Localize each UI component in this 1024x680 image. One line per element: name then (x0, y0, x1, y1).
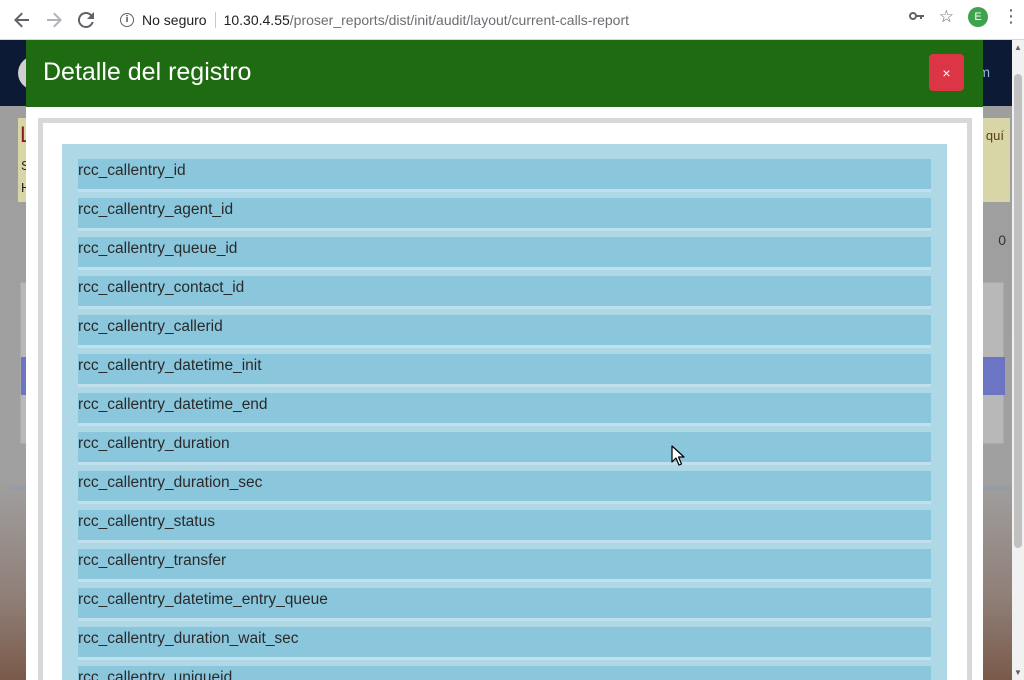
field-row: rcc_callentry_duration (78, 432, 931, 465)
page-scrollbar[interactable]: ▲ ▼ (1012, 40, 1024, 680)
bookmark-star-icon[interactable]: ☆ (939, 7, 954, 27)
info-icon[interactable]: i (120, 13, 134, 27)
field-row: rcc_callentry_callerid (78, 315, 931, 348)
field-list: rcc_callentry_id rcc_callentry_agent_id … (78, 159, 931, 680)
background-page-size-select: 0 (998, 232, 1006, 248)
field-row: rcc_callentry_transfer (78, 549, 931, 582)
field-row: rcc_callentry_datetime_end (78, 393, 931, 426)
url-path[interactable]: /proser_reports/dist/init/audit/layout/c… (290, 12, 629, 28)
kebab-menu-icon[interactable]: ⋮ (1002, 6, 1020, 27)
field-row: rcc_callentry_status (78, 510, 931, 543)
profile-avatar[interactable]: E (968, 6, 988, 27)
back-button[interactable] (6, 4, 38, 36)
scroll-up-arrow-icon[interactable]: ▲ (1014, 43, 1022, 52)
url-host[interactable]: 10.30.4.55 (224, 12, 290, 28)
scroll-down-arrow-icon[interactable]: ▼ (1014, 668, 1022, 677)
forward-button[interactable] (38, 4, 70, 36)
mouse-cursor-icon (671, 445, 685, 466)
field-row: rcc_callentry_datetime_entry_queue (78, 588, 931, 621)
security-label[interactable]: No seguro (142, 12, 207, 28)
field-row: rcc_callentry_duration_sec (78, 471, 931, 504)
reload-button[interactable] (70, 4, 102, 36)
key-icon[interactable] (908, 8, 925, 25)
modal-title: Detalle del registro (43, 58, 252, 86)
browser-actions: ☆ E ⋮ (908, 6, 1020, 27)
browser-toolbar: i No seguro 10.30.4.55/proser_reports/di… (0, 0, 1024, 40)
fields-panel: rcc_callentry_id rcc_callentry_agent_id … (62, 144, 947, 680)
field-row: rcc_callentry_contact_id (78, 276, 931, 309)
background-alert-link: quí (985, 128, 1004, 143)
field-row: rcc_callentry_id (78, 159, 931, 192)
field-row: rcc_callentry_agent_id (78, 198, 931, 231)
arrow-left-icon (14, 12, 29, 27)
close-button[interactable]: × (929, 54, 964, 91)
modal-header: Detalle del registro × (26, 40, 983, 107)
record-detail-modal: Detalle del registro × rcc_callentry_id … (26, 40, 983, 680)
reload-icon (78, 11, 94, 28)
modal-body: rcc_callentry_id rcc_callentry_agent_id … (38, 118, 972, 680)
address-bar[interactable]: i No seguro 10.30.4.55/proser_reports/di… (110, 5, 940, 35)
address-separator (214, 12, 216, 28)
field-row: rcc_callentry_uniqueid (78, 666, 931, 680)
field-row: rcc_callentry_datetime_init (78, 354, 931, 387)
field-row: rcc_callentry_queue_id (78, 237, 931, 270)
scrollbar-thumb[interactable] (1014, 74, 1022, 548)
field-row: rcc_callentry_duration_wait_sec (78, 627, 931, 660)
arrow-right-icon (47, 12, 62, 27)
